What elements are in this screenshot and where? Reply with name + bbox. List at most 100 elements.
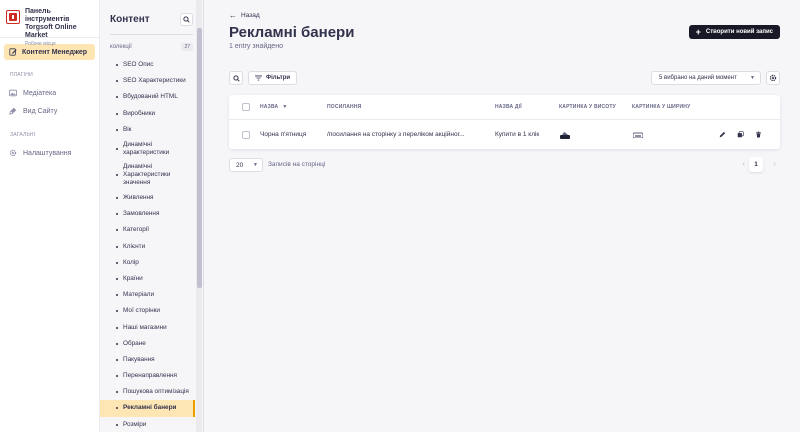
column-header-name[interactable]: НАЗВА ▼ bbox=[260, 95, 287, 119]
cell-image-tall[interactable] bbox=[560, 120, 570, 149]
bullet-icon bbox=[116, 64, 118, 67]
bullet-icon bbox=[116, 229, 118, 232]
collection-item-label: Обране bbox=[123, 339, 146, 347]
cell-name[interactable]: Чорна п'ятниця bbox=[260, 120, 306, 149]
bullet-icon bbox=[116, 342, 118, 345]
brand[interactable]: Панель інструментів Torgsoft Online Mark… bbox=[0, 0, 99, 47]
collection-item[interactable]: Країни bbox=[100, 271, 203, 287]
cell-image-wide[interactable] bbox=[633, 120, 643, 149]
plus-icon: + bbox=[695, 27, 701, 37]
create-entry-button[interactable]: + Створити новий запис bbox=[688, 25, 780, 39]
collection-item[interactable]: Замовлення bbox=[100, 206, 203, 222]
chevron-down-icon: ▼ bbox=[253, 162, 258, 168]
cell-action[interactable]: Купити в 1 клік bbox=[495, 120, 539, 149]
column-header-action[interactable]: НАЗВА ДІЇ bbox=[495, 95, 522, 119]
nav-section-general: ЗАГАЛЬНІ bbox=[10, 132, 36, 138]
collection-item[interactable]: Розміри bbox=[100, 417, 203, 432]
collection-item[interactable]: Клієнти bbox=[100, 239, 203, 255]
subnav-header: Контент bbox=[100, 0, 203, 30]
collection-item[interactable]: SEO Опис bbox=[100, 57, 203, 73]
collections-label: колекції bbox=[110, 44, 132, 50]
collection-item[interactable]: Матеріали bbox=[100, 287, 203, 303]
collection-item[interactable]: Колір bbox=[100, 255, 203, 271]
edit-document-icon bbox=[9, 48, 17, 56]
trash-icon bbox=[756, 131, 761, 138]
collection-item[interactable]: Наші магазини bbox=[100, 319, 203, 335]
collection-item-label: Колір bbox=[123, 258, 139, 266]
collection-item[interactable]: Пошукова оптимізація bbox=[100, 384, 203, 400]
divider bbox=[110, 34, 193, 35]
collection-item-label: Живлення bbox=[123, 194, 154, 202]
collections-count-badge: 27 bbox=[181, 43, 193, 51]
cell-link[interactable]: /посилання на сторінку з переліком акцій… bbox=[327, 120, 465, 149]
nav-item-media-library[interactable]: Медіатека bbox=[0, 84, 99, 102]
previous-page-button[interactable]: ‹ bbox=[742, 159, 745, 168]
bullet-icon bbox=[116, 261, 118, 264]
next-page-button[interactable]: › bbox=[773, 159, 776, 168]
bullet-icon bbox=[116, 80, 118, 83]
columns-select-value: 5 вибрано на даний момент bbox=[659, 75, 737, 81]
collections-header[interactable]: колекції 27 bbox=[100, 41, 203, 53]
page-title: Рекламні банери bbox=[229, 24, 355, 41]
nav-item-label: Контент Менеджер bbox=[22, 48, 88, 56]
collection-item[interactable]: Пакування bbox=[100, 352, 203, 368]
subnav-scrollbar-thumb[interactable] bbox=[197, 28, 202, 288]
nav-item-label: Налаштування bbox=[23, 149, 72, 157]
bullet-icon bbox=[116, 407, 118, 410]
collection-item[interactable]: Рекламні банери bbox=[100, 400, 195, 417]
column-header-link[interactable]: ПОСИЛАННЯ bbox=[327, 95, 361, 119]
collection-item[interactable]: Перенаправлення bbox=[100, 368, 203, 384]
collection-item[interactable]: Категорії bbox=[100, 222, 203, 238]
back-link[interactable]: ← Назад bbox=[229, 11, 260, 20]
search-icon bbox=[232, 74, 240, 82]
table-settings-button[interactable] bbox=[766, 71, 780, 85]
edit-entry-button[interactable] bbox=[719, 120, 726, 149]
chevron-down-icon: ▼ bbox=[750, 75, 755, 81]
page-size-select[interactable]: 20 ▼ bbox=[229, 158, 263, 172]
current-page-button[interactable]: 1 bbox=[749, 157, 763, 172]
collection-item-label: Вбудований HTML bbox=[123, 93, 178, 101]
brush-icon bbox=[9, 107, 17, 115]
bullet-icon bbox=[116, 197, 118, 200]
collection-item[interactable]: Динамічні характеристики bbox=[100, 138, 203, 160]
select-all-checkbox[interactable] bbox=[242, 103, 250, 111]
column-header-image-tall[interactable]: КАРТИНКА У ВИСОТУ bbox=[559, 95, 616, 119]
collection-item[interactable]: Живлення bbox=[100, 190, 203, 206]
brand-title-line1: Панель інструментів bbox=[25, 8, 70, 23]
bullet-icon bbox=[116, 391, 118, 394]
nav-item-site-view[interactable]: Вид Сайту bbox=[0, 102, 99, 120]
columns-select[interactable]: 5 вибрано на даний момент ▼ bbox=[651, 71, 761, 85]
collections-list: SEO Опис SEO Характеристики Вбудований HTM… bbox=[100, 57, 203, 432]
image-thumbnail-icon bbox=[633, 132, 643, 138]
subnav-search-button[interactable] bbox=[180, 13, 193, 26]
subnav-title: Контент bbox=[110, 14, 150, 25]
duplicate-entry-button[interactable] bbox=[737, 120, 744, 149]
bullet-icon bbox=[116, 128, 118, 131]
main-content: ← Назад Рекламні банери 1 entry знайдено… bbox=[205, 0, 800, 432]
collection-item[interactable]: Вік bbox=[100, 122, 203, 138]
collection-item-label: Вік bbox=[123, 125, 132, 133]
brand-title-line2: Torgsoft Online Market bbox=[25, 24, 77, 39]
bullet-icon bbox=[116, 326, 118, 329]
nav-item-settings[interactable]: Налаштування bbox=[0, 144, 99, 162]
collection-item[interactable]: Вбудований HTML bbox=[100, 89, 203, 105]
collection-item-label: Країни bbox=[123, 274, 143, 282]
filters-label: Фільтри bbox=[266, 75, 291, 81]
collection-item[interactable]: Виробники bbox=[100, 106, 203, 122]
image-thumbnail-icon bbox=[560, 131, 570, 139]
collection-item-label: Матеріали bbox=[123, 291, 155, 299]
table-search-button[interactable] bbox=[229, 71, 243, 85]
row-select-cell bbox=[242, 120, 250, 149]
collection-item[interactable]: Мої сторінки bbox=[100, 303, 203, 319]
arrow-left-icon: ← bbox=[229, 11, 237, 20]
collection-item[interactable]: SEO Характеристики bbox=[100, 73, 203, 89]
column-header-image-wide[interactable]: КАРТИНКА У ШИРИНУ bbox=[632, 95, 690, 119]
collection-item[interactable]: Динамічні Характеристики значення bbox=[100, 160, 203, 190]
brand-text: Панель інструментів Torgsoft Online Mark… bbox=[25, 8, 93, 47]
collection-item[interactable]: Обране bbox=[100, 336, 203, 352]
row-checkbox[interactable] bbox=[242, 130, 250, 139]
delete-entry-button[interactable] bbox=[755, 120, 762, 149]
filters-button[interactable]: Фільтри bbox=[248, 71, 298, 85]
collection-item-label: Виробники bbox=[123, 109, 156, 117]
nav-item-label: Вид Сайту bbox=[23, 107, 58, 115]
